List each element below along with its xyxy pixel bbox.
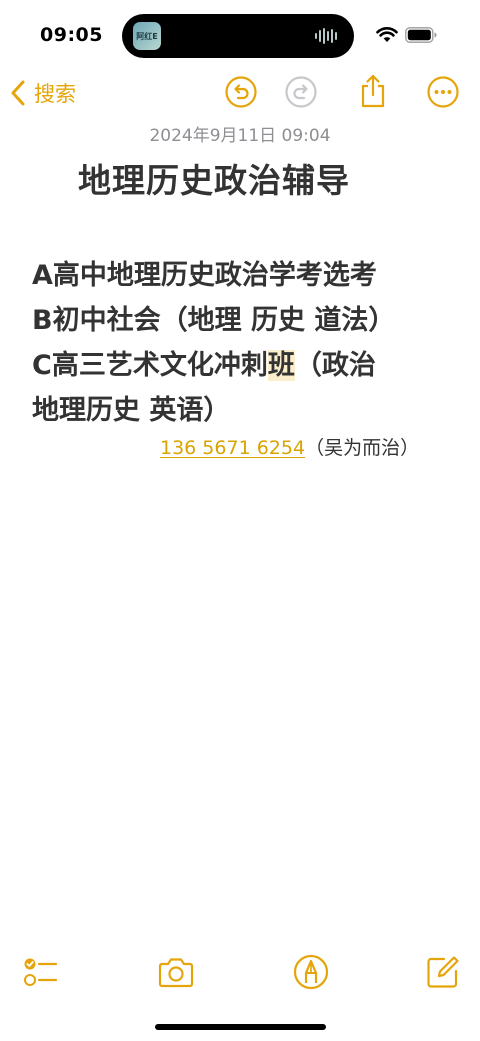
redo-icon[interactable] [284,75,318,109]
more-icon[interactable] [426,75,460,109]
markup-icon[interactable] [292,953,330,991]
note-line-text: （政治 [294,350,376,381]
note-line: B初中社会（地理 历史 道法） [32,305,396,336]
note-title[interactable]: 地理历史政治辅导 [78,154,350,202]
audio-waveform-icon [315,28,337,44]
compose-icon[interactable] [424,953,462,991]
chevron-left-icon [11,80,25,106]
camera-icon[interactable] [157,953,195,991]
note-line-text: C高三艺术文化冲刺 [32,350,268,381]
note-line: C高三艺术文化冲刺班（政治 [32,343,452,388]
share-icon[interactable] [356,73,390,109]
status-time: 09:05 [40,24,103,46]
phone-number-link[interactable]: 136 5671 6254 [160,437,305,459]
highlighted-text: 班 [267,350,295,381]
home-indicator[interactable] [155,1024,326,1030]
dynamic-island[interactable]: 阿红E [122,14,354,58]
back-button[interactable]: 搜索 [10,75,76,111]
contact-name: （吴为而治） [305,437,420,459]
wifi-icon [376,27,398,42]
back-label: 搜索 [34,82,76,106]
checklist-icon[interactable] [22,953,60,991]
note-body[interactable]: A高中地理历史政治学考选考 B初中社会（地理 历史 道法） C高三艺术文化冲刺班… [32,253,452,433]
note-line: 地理历史 英语） [32,395,231,426]
note-date: 2024年9月11日 09:04 [149,126,331,146]
battery-icon [405,27,437,43]
contact-line: 136 5671 6254（吴为而治） [160,433,419,460]
undo-icon[interactable] [224,75,258,109]
note-line: A高中地理历史政治学考选考 [32,260,377,291]
island-app-icon: 阿红E [133,22,161,50]
